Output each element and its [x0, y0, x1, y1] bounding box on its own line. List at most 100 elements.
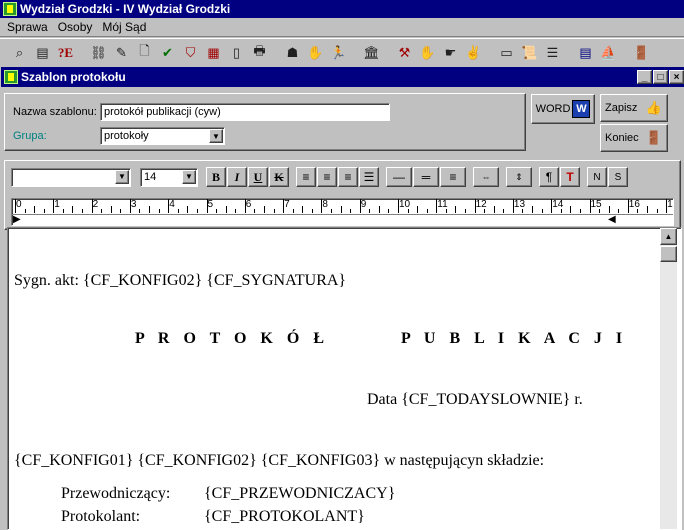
- main-toolbar: ⌕ ▤ ?E ⛓ ✎ 🗋 ✔ ⛉ ▦ ▯ 🖶 ☗ ✋ 🏃 🏛 ⚒ ✋ ☛ ✌ ▭…: [0, 38, 684, 66]
- align-right-icon[interactable]: ≡: [338, 167, 358, 187]
- left-indent-marker[interactable]: ▶: [13, 214, 21, 225]
- underline-button[interactable]: U: [248, 167, 268, 187]
- doc-line-chair-label: Przewodniczący:: [61, 485, 171, 502]
- doc-line-heading: P R O T O K Ó Ł P U B L I K A C J I: [135, 330, 628, 347]
- document-list-icon[interactable]: ▤: [31, 42, 54, 64]
- runner-icon[interactable]: 🏃: [327, 42, 350, 64]
- s-button[interactable]: S: [608, 167, 628, 187]
- template-window: Szablon protokołu _ □ × Nazwa szablonu: …: [1, 67, 684, 530]
- scroll-up-icon[interactable]: ▲: [660, 228, 677, 245]
- right-indent-marker[interactable]: ◀: [608, 214, 616, 225]
- group-label: Grupa:: [13, 130, 47, 142]
- print-page-icon[interactable]: 🖶: [248, 42, 271, 64]
- doc-line-date: Data {CF_TODAYSLOWNIE} r.: [367, 391, 583, 408]
- minimize-button[interactable]: _: [637, 70, 652, 84]
- spacing-horizontal-icon[interactable]: ⇔: [473, 167, 499, 187]
- exit-door-icon[interactable]: 🚪: [630, 42, 653, 64]
- chevron-down-icon[interactable]: ▼: [209, 129, 223, 143]
- app-title-bar: Wydział Grodzki - IV Wydział Grodzki: [0, 0, 684, 18]
- window-split-icon[interactable]: ▤: [574, 42, 597, 64]
- document-editor[interactable]: Sygn. akt: {CF_KONFIG02} {CF_SYGNATURA} …: [7, 227, 682, 530]
- doc-line-signature: Sygn. akt: {CF_KONFIG02} {CF_SYGNATURA}: [14, 272, 347, 289]
- ruler-number: 6: [245, 199, 252, 210]
- line-single-icon[interactable]: —: [386, 167, 412, 187]
- ruler: 01234567891011121314151617 ▶ ◀: [11, 198, 674, 226]
- spy-icon[interactable]: ☗: [281, 42, 304, 64]
- card-icon[interactable]: ▭: [495, 42, 518, 64]
- template-name-label: Nazwa szablonu:: [13, 106, 97, 118]
- hand-open-icon[interactable]: ✌: [462, 42, 485, 64]
- group-select[interactable]: protokoły ▼: [100, 127, 225, 145]
- ship-icon[interactable]: ⛵: [597, 42, 620, 64]
- ruler-number: 9: [360, 199, 367, 210]
- folder-open-icon[interactable]: ✎: [110, 42, 133, 64]
- ruler-number: 8: [322, 199, 328, 210]
- ruler-number: 1: [54, 199, 60, 210]
- word-icon: W: [572, 100, 591, 118]
- italic-button[interactable]: I: [227, 167, 247, 187]
- menu-sprawa[interactable]: Sprawa: [2, 20, 53, 34]
- ruler-number: 7: [284, 199, 290, 210]
- menu-moj-sad[interactable]: Mój Sąd: [97, 20, 151, 34]
- app-title: Wydział Grodzki - IV Wydział Grodzki: [20, 2, 231, 16]
- paragraph-button[interactable]: ¶: [539, 167, 559, 187]
- ruler-number: 4: [169, 199, 175, 210]
- strike-button[interactable]: K: [269, 167, 289, 187]
- shield-icon[interactable]: ⛉: [179, 42, 202, 64]
- red-hand-icon[interactable]: ✋: [304, 42, 327, 64]
- save-hand-icon: 👍: [645, 100, 663, 115]
- close-window-button[interactable]: ×: [669, 70, 684, 84]
- hand-icon[interactable]: ✋: [416, 42, 439, 64]
- align-left-icon[interactable]: ≡: [296, 167, 316, 187]
- font-size-value: 14: [144, 170, 157, 183]
- window-grid-icon[interactable]: ▦: [202, 42, 225, 64]
- line-triple-icon[interactable]: ≡: [440, 167, 466, 187]
- hand-point-icon[interactable]: ☛: [439, 42, 462, 64]
- align-center-icon[interactable]: ≡: [317, 167, 337, 187]
- font-select[interactable]: ▼: [11, 167, 131, 187]
- vertical-scrollbar[interactable]: ▲: [660, 228, 677, 529]
- ruler-number: 2: [92, 199, 99, 210]
- editor-format-panel: ▼ 14 ▼ B I U K ≡ ≡ ≡ ☰ — ═ ≡ ⇔ ⇕ ¶ T N S…: [4, 160, 681, 230]
- ruler-number: 0: [16, 199, 22, 210]
- ruler-number: 17: [667, 199, 673, 210]
- scroll-thumb[interactable]: [660, 246, 677, 262]
- line-double-icon[interactable]: ═: [413, 167, 439, 187]
- chevron-down-icon[interactable]: ▼: [182, 169, 196, 184]
- template-window-title: Szablon protokołu: [21, 70, 126, 84]
- maximize-button[interactable]: □: [653, 70, 668, 84]
- chevron-down-icon[interactable]: ▼: [115, 169, 129, 184]
- search-icon[interactable]: ⌕: [8, 42, 31, 64]
- ruler-number: 5: [207, 199, 214, 210]
- spacing-vertical-icon[interactable]: ⇕: [506, 167, 532, 187]
- normal-button[interactable]: N: [587, 167, 607, 187]
- save-button[interactable]: Zapisz 👍: [600, 94, 668, 122]
- template-window-title-bar: Szablon protokołu _ □ ×: [1, 67, 684, 87]
- list-icon[interactable]: ☰: [541, 42, 564, 64]
- gavel-icon[interactable]: ⚒: [393, 42, 416, 64]
- bold-button[interactable]: B: [206, 167, 226, 187]
- save-button-label: Zapisz: [605, 102, 638, 114]
- template-form-panel: Nazwa szablonu: protokół publikacji (cyw…: [4, 93, 526, 151]
- exit-door-icon: 🚪: [645, 130, 663, 145]
- scroll-icon[interactable]: 📜: [518, 42, 541, 64]
- text-color-icon[interactable]: T: [560, 167, 580, 187]
- blank-page-icon[interactable]: ▯: [225, 42, 248, 64]
- template-name-input[interactable]: protokół publikacji (cyw): [100, 103, 390, 121]
- word-button[interactable]: WORD W: [531, 94, 595, 124]
- e-book-icon[interactable]: ?E: [54, 42, 77, 64]
- close-button[interactable]: Koniec 🚪: [600, 124, 668, 152]
- app-logo-icon: [3, 2, 17, 16]
- courthouse-icon[interactable]: 🏛: [360, 42, 383, 64]
- doc-line-chair-value: {CF_PRZEWODNICZACY}: [204, 485, 396, 502]
- close-button-label: Koniec: [605, 132, 639, 144]
- link-icon[interactable]: ⛓: [87, 42, 110, 64]
- align-justify-icon[interactable]: ☰: [359, 167, 379, 187]
- menu-osoby[interactable]: Osoby: [53, 20, 98, 34]
- font-size-select[interactable]: 14 ▼: [140, 167, 198, 187]
- window-logo-icon: [4, 70, 18, 84]
- check-edit-icon[interactable]: ✔: [156, 42, 179, 64]
- page-icon[interactable]: 🗋: [133, 42, 156, 64]
- format-toolbar: ▼ 14 ▼ B I U K ≡ ≡ ≡ ☰ — ═ ≡ ⇔ ⇕ ¶ T N S: [11, 166, 629, 188]
- menu-bar: Sprawa Osoby Mój Sąd: [0, 18, 684, 37]
